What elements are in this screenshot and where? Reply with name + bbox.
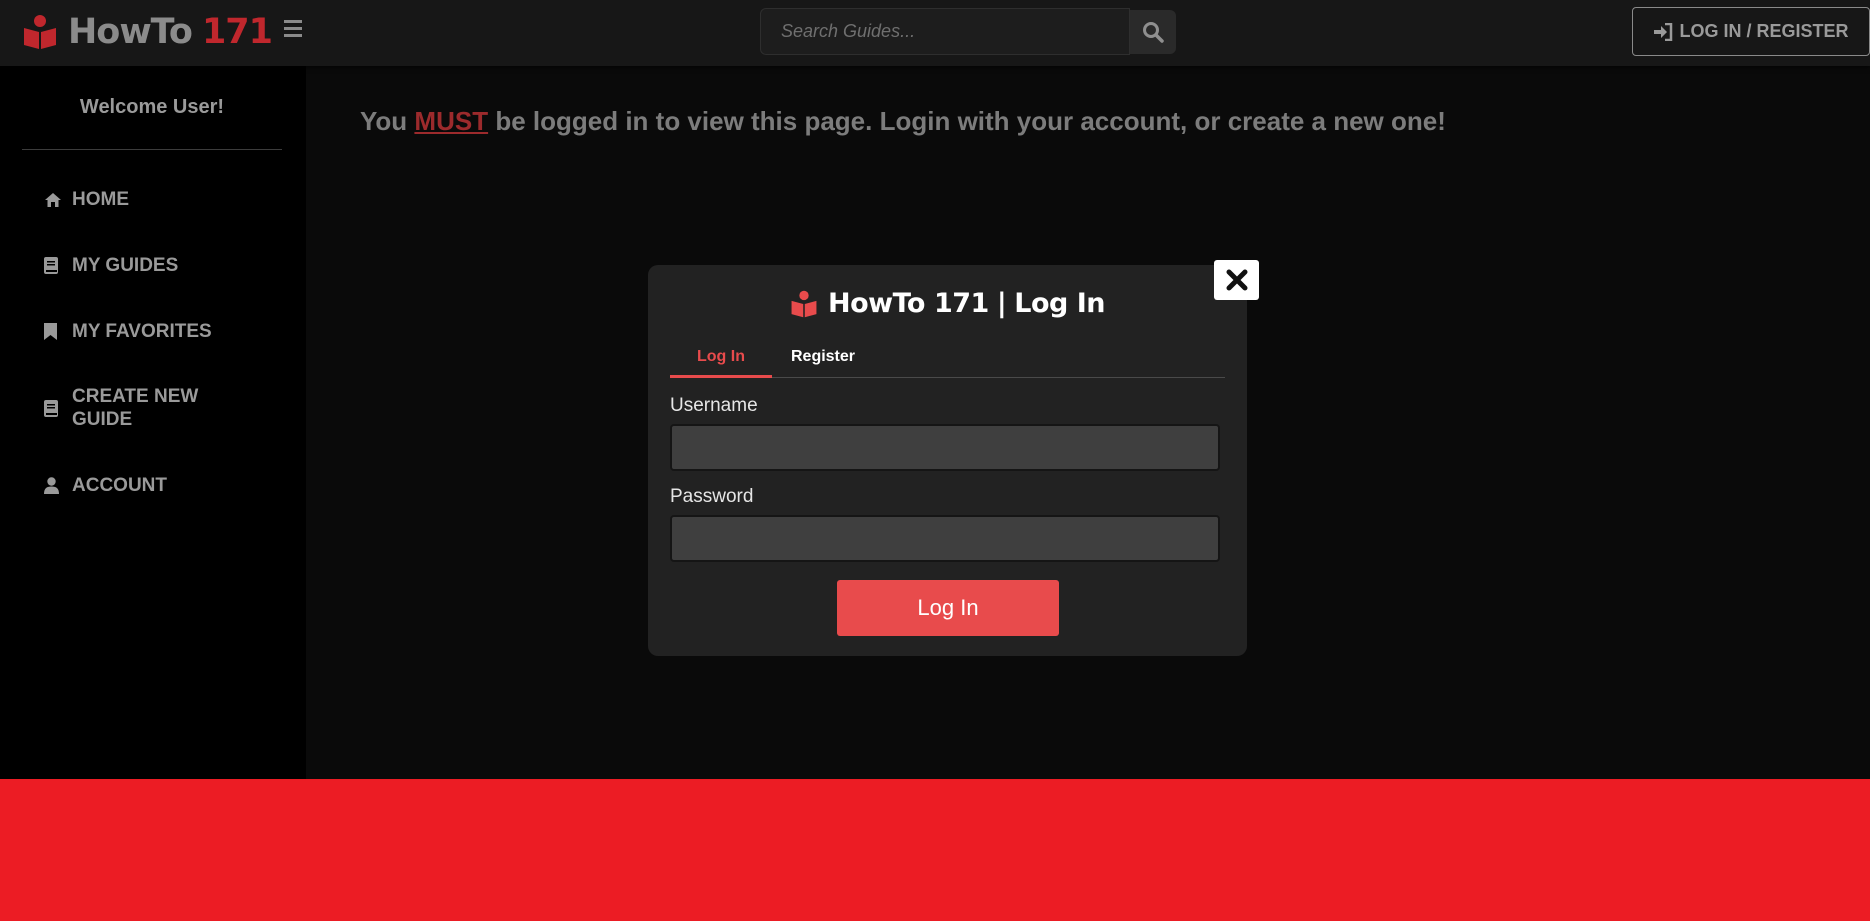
login-register-button[interactable]: LOG IN / REGISTER: [1632, 7, 1870, 56]
user-icon: [44, 474, 62, 497]
modal-title-brand: HowTo: [828, 288, 925, 319]
book-reader-icon: [24, 15, 56, 49]
top-navbar: HowTo 171 LOG IN / REGISTER: [0, 0, 1870, 66]
book-icon: [44, 254, 62, 277]
book-reader-icon: [791, 290, 817, 318]
search-icon: [1143, 22, 1164, 43]
notice-prefix: You: [360, 106, 408, 136]
notice-must-emphasis: MUST: [414, 106, 489, 136]
brand-name: HowTo: [68, 12, 193, 52]
modal-title: HowTo 171 | Log In: [648, 289, 1247, 319]
login-submit-button[interactable]: Log In: [837, 580, 1059, 636]
sidebar-item-create-new-guide[interactable]: CREATE NEW GUIDE: [44, 385, 198, 431]
modal-title-number: 171: [933, 288, 989, 319]
search-field: [760, 8, 1130, 55]
sidebar-item-label-line1: CREATE NEW: [72, 386, 199, 407]
sidebar-item-account[interactable]: ACCOUNT: [44, 474, 167, 497]
sidebar: Welcome User! HOME MY GUIDES MY FAVORITE…: [0, 66, 306, 779]
bookmark-icon: [44, 320, 62, 343]
login-register-label: LOG IN / REGISTER: [1679, 21, 1849, 41]
search-input[interactable]: [779, 20, 1111, 43]
brand-number: 171: [201, 12, 273, 52]
welcome-text: Welcome User!: [79, 96, 225, 118]
modal-title-separator: |: [996, 288, 1007, 319]
username-label: Username: [670, 395, 758, 416]
footer-band: [0, 779, 1870, 921]
brand-logo[interactable]: HowTo 171: [22, 12, 273, 52]
sidebar-item-label: MY GUIDES: [72, 255, 179, 276]
sidebar-item-label-line2: GUIDE: [72, 409, 133, 430]
tab-login[interactable]: Log In: [670, 347, 772, 378]
sidebar-item-label: MY FAVORITES: [72, 321, 212, 342]
sidebar-divider: [22, 149, 282, 150]
sidebar-item-label: ACCOUNT: [72, 475, 167, 496]
password-label: Password: [670, 486, 754, 507]
sidebar-item-my-guides[interactable]: MY GUIDES: [44, 254, 178, 277]
search-button[interactable]: [1130, 10, 1176, 54]
close-modal-button[interactable]: [1214, 260, 1259, 300]
username-input[interactable]: [670, 424, 1220, 471]
notice-suffix: be logged in to view this page. Login wi…: [495, 106, 1446, 136]
book-icon: [44, 385, 62, 431]
sidebar-item-home[interactable]: HOME: [44, 188, 129, 211]
login-required-notice: You MUST be logged in to view this page.…: [360, 106, 1446, 137]
home-icon: [44, 188, 62, 211]
close-icon: [1226, 269, 1247, 291]
tab-register[interactable]: Register: [772, 347, 874, 375]
sidebar-item-my-favorites[interactable]: MY FAVORITES: [44, 320, 212, 343]
sidebar-item-label: HOME: [72, 189, 129, 210]
password-input[interactable]: [670, 515, 1220, 562]
modal-tabs: Log In Register: [670, 347, 1225, 378]
login-modal: HowTo 171 | Log In Log In Register Usern…: [648, 265, 1247, 656]
sign-in-icon: [1654, 22, 1673, 41]
hamburger-icon[interactable]: [284, 20, 302, 40]
modal-title-suffix: Log In: [1014, 288, 1105, 319]
sidebar-item-label: CREATE NEW GUIDE: [72, 385, 198, 431]
